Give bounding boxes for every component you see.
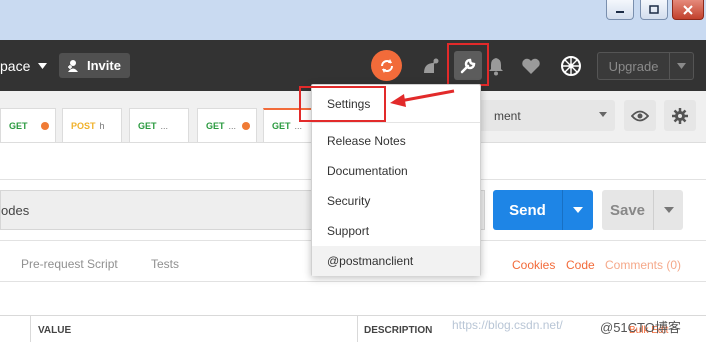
comments-link[interactable]: Comments (0): [605, 258, 681, 272]
upgrade-label: Upgrade: [598, 53, 670, 79]
workspace-label: pace: [0, 58, 31, 74]
value-column-header: VALUE: [38, 325, 72, 336]
tab-name: h: [99, 120, 105, 131]
request-tab[interactable]: POST h: [62, 108, 122, 142]
column-divider: [30, 316, 31, 342]
save-label: Save: [602, 190, 654, 230]
tab-method: GET: [138, 120, 157, 131]
menu-item-documentation[interactable]: Documentation: [312, 156, 480, 186]
add-user-icon: [68, 60, 78, 72]
send-label: Send: [493, 190, 563, 230]
column-divider: [357, 316, 358, 342]
menu-item-release-notes[interactable]: Release Notes: [312, 126, 480, 156]
environment-select[interactable]: ment: [470, 100, 615, 131]
caret-down-icon: [599, 112, 607, 117]
upgrade-button[interactable]: Upgrade: [597, 52, 694, 80]
minimize-icon: [616, 10, 624, 13]
settings-annotation-box: [299, 86, 386, 122]
gear-icon: [672, 107, 688, 124]
tab-method: POST: [71, 120, 96, 131]
annotation-arrow-icon: [390, 89, 455, 107]
watermark-url: https://blog.csdn.net/: [452, 318, 563, 332]
sync-button[interactable]: [371, 50, 402, 81]
cookies-link[interactable]: Cookies: [512, 258, 555, 272]
maximize-button[interactable]: [640, 0, 668, 20]
notifications-button[interactable]: [482, 52, 510, 80]
menu-item-twitter[interactable]: @postmanclient: [312, 246, 480, 276]
upgrade-dropdown[interactable]: [670, 53, 693, 79]
tab-tests[interactable]: Tests: [151, 257, 179, 271]
divider: [0, 281, 706, 282]
send-dropdown[interactable]: [563, 190, 593, 230]
sync-icon: [380, 58, 393, 73]
tab-name: ...: [294, 121, 303, 131]
heart-icon: [522, 58, 540, 74]
close-icon: [683, 4, 693, 15]
workspace-switcher[interactable]: pace: [0, 58, 48, 74]
environment-label: ment: [494, 108, 521, 123]
minimize-button[interactable]: [606, 0, 634, 20]
maximize-icon: [649, 4, 659, 14]
description-column-header: DESCRIPTION: [364, 325, 433, 336]
tab-name: ...: [228, 120, 237, 131]
url-value: odes: [1, 202, 30, 218]
manage-environments-button[interactable]: [664, 100, 696, 131]
save-dropdown[interactable]: [654, 190, 683, 230]
tab-method: GET: [9, 120, 28, 131]
tab-name: ...: [160, 120, 169, 131]
window-titlebar: [0, 0, 706, 40]
chevron-down-icon: [38, 63, 48, 69]
steering-wheel-icon: [561, 56, 581, 76]
tab-pre-request-script[interactable]: Pre-request Script: [21, 257, 118, 271]
close-window-button[interactable]: [672, 0, 704, 20]
satellite-icon: [424, 58, 439, 73]
chevron-down-icon: [573, 207, 583, 213]
invite-label: Invite: [87, 58, 121, 73]
bell-icon: [489, 58, 503, 76]
request-tab[interactable]: GET: [0, 108, 56, 142]
menu-divider: [312, 122, 480, 123]
code-link[interactable]: Code: [566, 258, 595, 272]
chevron-down-icon: [663, 207, 674, 213]
interceptor-button[interactable]: [417, 52, 445, 80]
send-button[interactable]: Send: [493, 190, 593, 230]
menu-item-security[interactable]: Security: [312, 186, 480, 216]
environment-quick-look-button[interactable]: [624, 100, 656, 131]
tab-method: GET: [272, 121, 291, 131]
invite-button[interactable]: Invite: [59, 53, 130, 78]
request-tab[interactable]: GET ...: [197, 108, 257, 142]
menu-item-support[interactable]: Support: [312, 216, 480, 246]
tab-method: GET: [206, 120, 225, 131]
eye-icon: [631, 110, 649, 121]
unsaved-dot: [242, 121, 250, 130]
runner-button[interactable]: [557, 52, 585, 80]
heart-button[interactable]: [517, 52, 545, 80]
save-button[interactable]: Save: [602, 190, 683, 230]
request-tab[interactable]: GET ...: [129, 108, 189, 142]
chevron-down-icon: [677, 63, 686, 69]
watermark-brand: @51CTO博客: [600, 320, 681, 335]
unsaved-dot: [41, 121, 49, 130]
